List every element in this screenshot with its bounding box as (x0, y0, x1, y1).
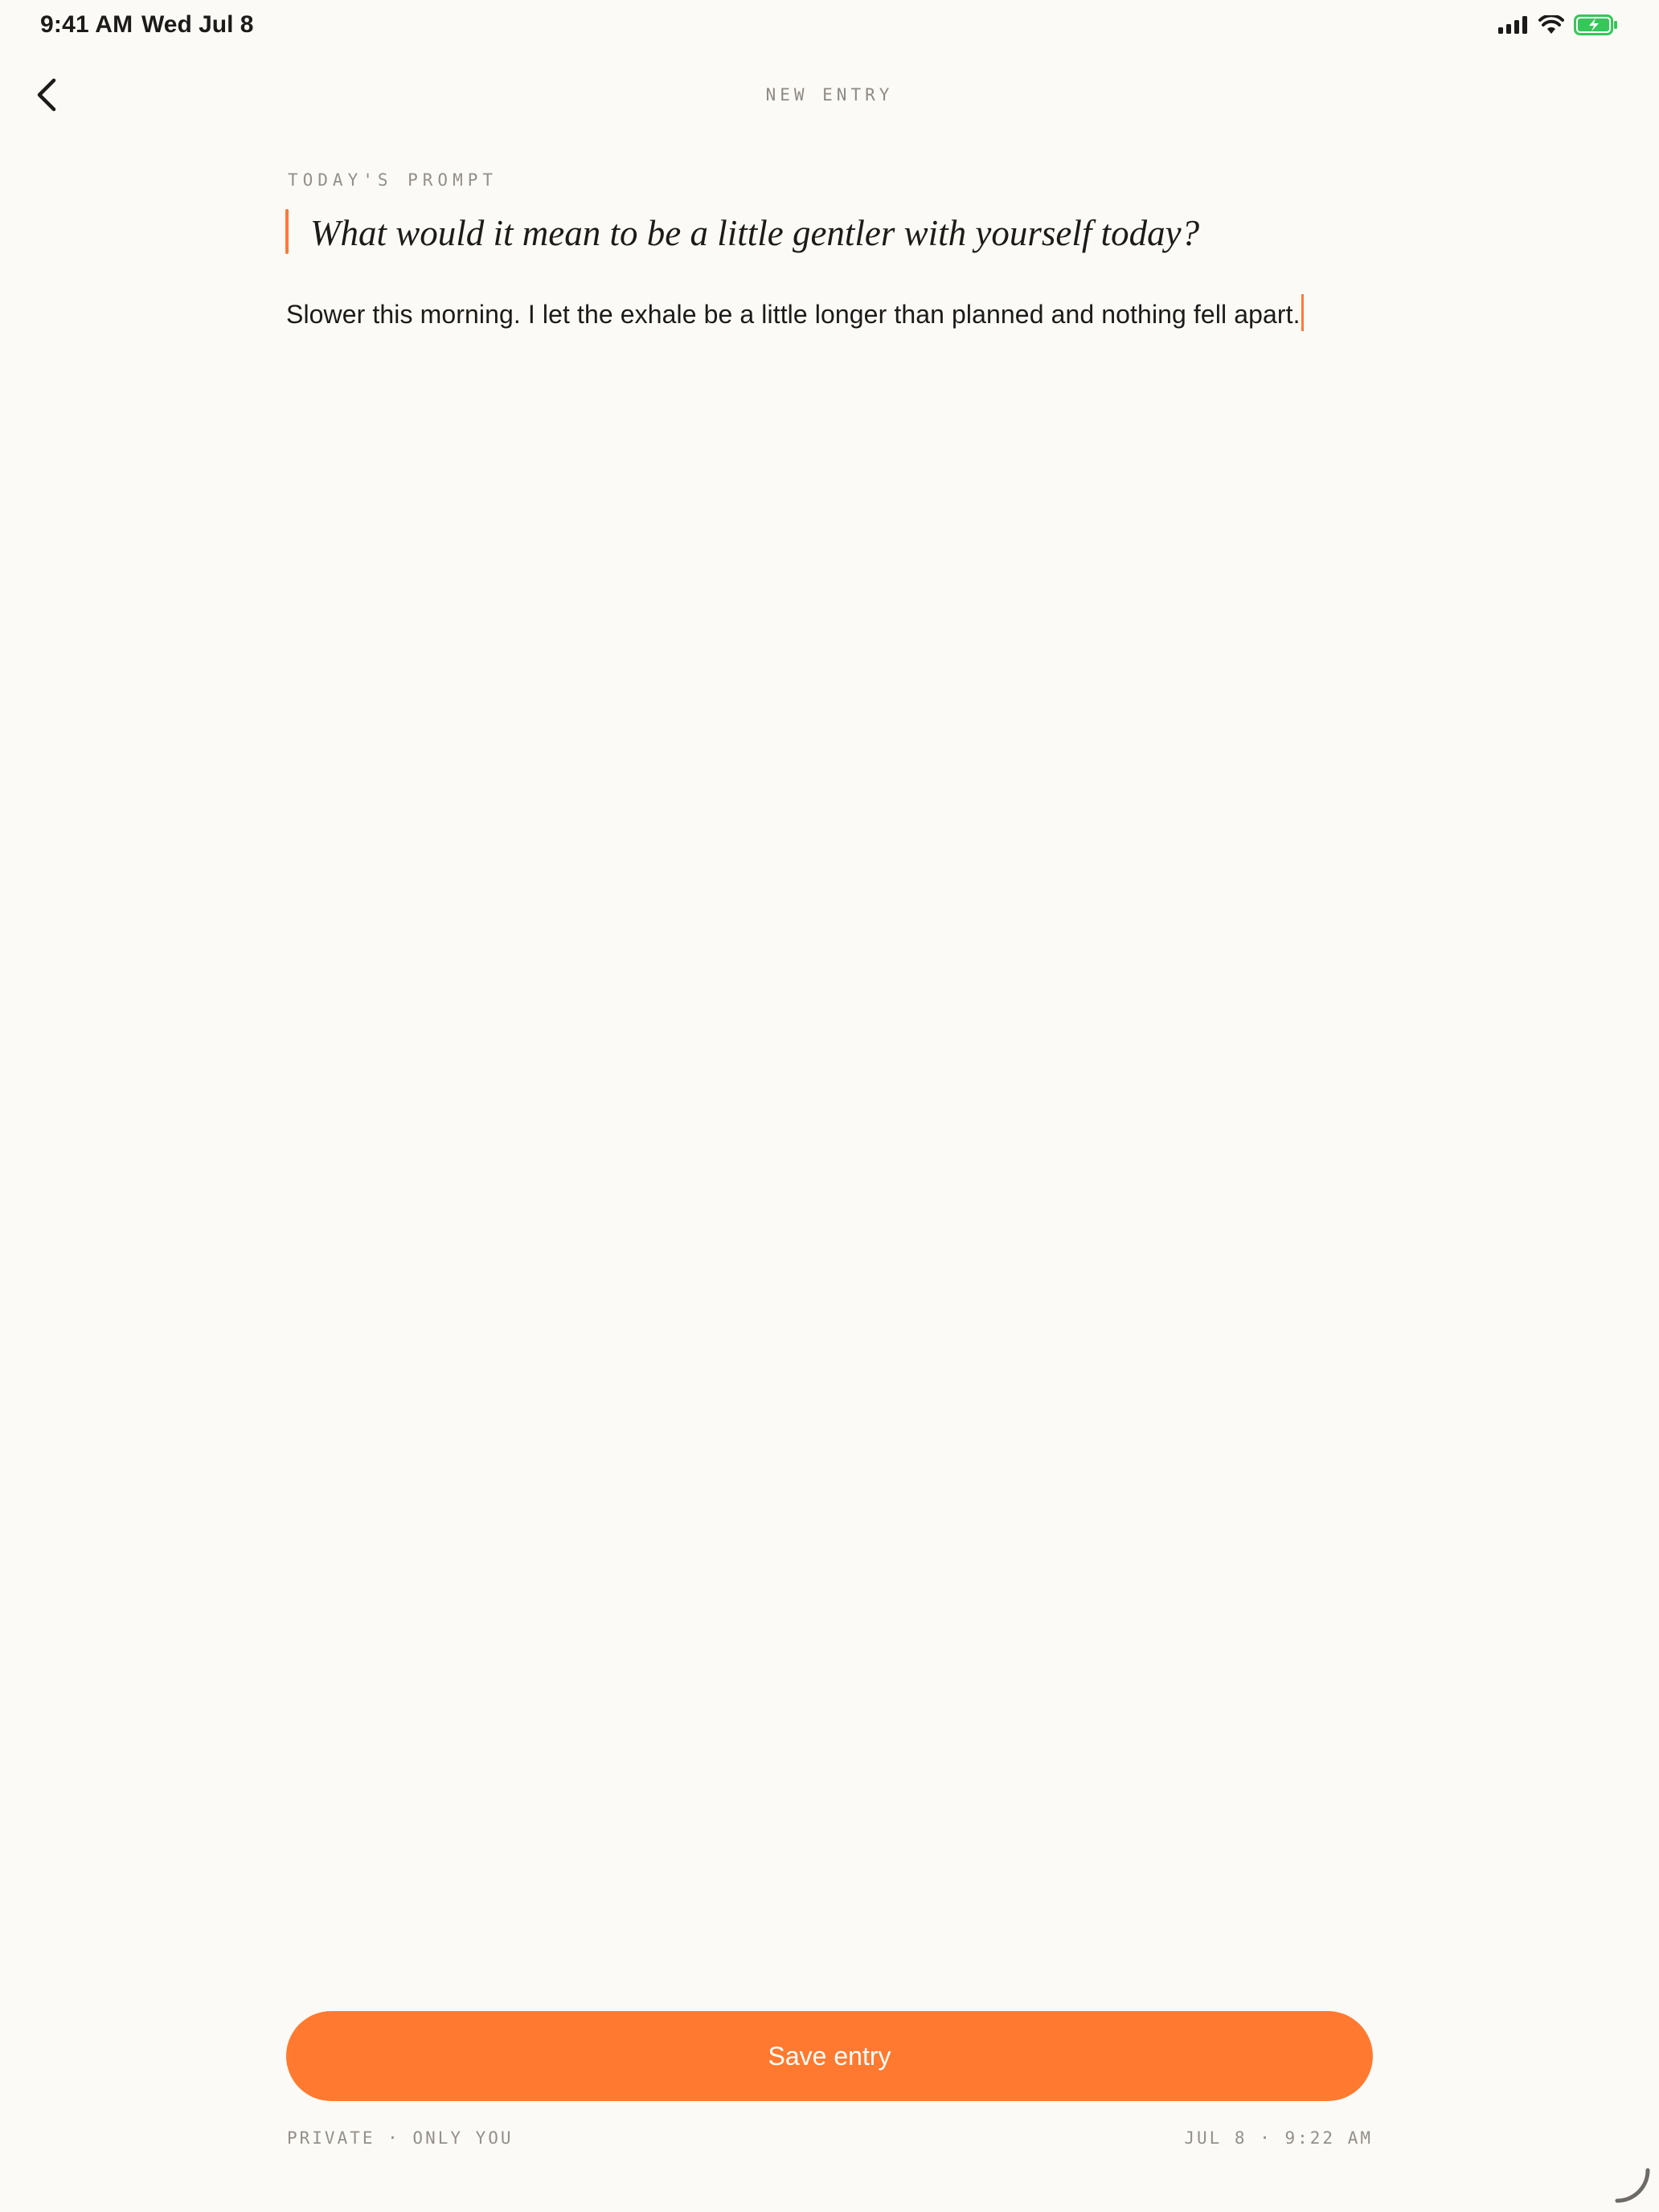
privacy-note: PRIVATE · ONLY YOU (287, 2128, 514, 2148)
wifi-icon (1538, 13, 1564, 39)
battery-charging-icon (1574, 14, 1619, 39)
prompt-text: What would it mean to be a little gentle… (310, 213, 1200, 253)
save-entry-button[interactable]: Save entry (286, 2011, 1373, 2101)
entry-timestamp: JUL 8 · 9:22 AM (1184, 2128, 1373, 2148)
corner-indicator-icon (1612, 2165, 1651, 2204)
page-title: NEW ENTRY (765, 85, 894, 104)
entry-editor[interactable]: Slower this morning. I let the exhale be… (286, 294, 1304, 333)
status-bar: 9:41 AM Wed Jul 8 (0, 0, 1659, 51)
cellular-signal-icon (1498, 15, 1529, 38)
status-time: 9:41 AM (40, 11, 133, 38)
status-icons (1498, 13, 1619, 39)
entry-text: Slower this morning. I let the exhale be… (286, 300, 1301, 329)
prompt-label: TODAY'S PROMPT (288, 170, 498, 190)
prompt-accent-bar (285, 209, 289, 254)
status-date: Wed Jul 8 (141, 11, 254, 38)
text-caret (1301, 294, 1304, 331)
